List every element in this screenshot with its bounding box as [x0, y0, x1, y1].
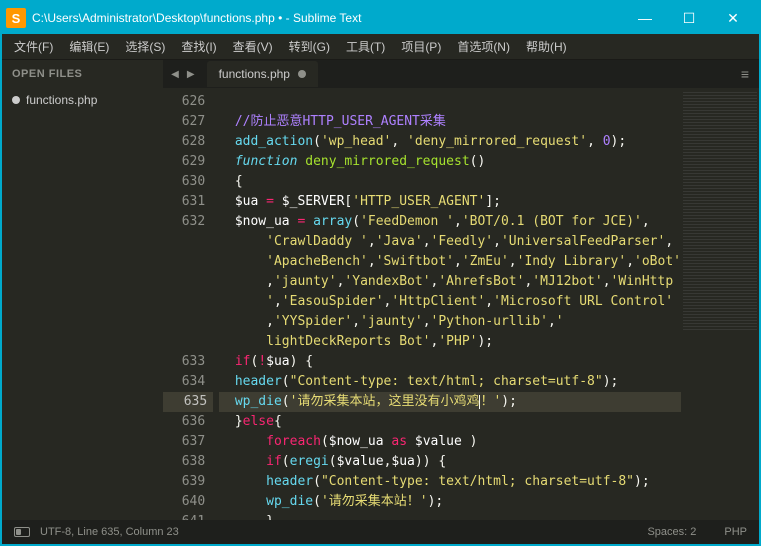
sidebar: OPEN FILES functions.php [2, 60, 163, 520]
menu-item[interactable]: 编辑(E) [61, 35, 117, 58]
tab-menu-icon[interactable]: ≡ [731, 66, 759, 82]
titlebar[interactable]: S C:\Users\Administrator\Desktop\functio… [2, 2, 759, 34]
sidebar-file-item[interactable]: functions.php [2, 88, 163, 112]
window-controls: — ☐ ✕ [623, 3, 755, 33]
minimize-button[interactable]: — [623, 3, 667, 33]
close-button[interactable]: ✕ [711, 3, 755, 33]
tab-prev-button[interactable]: ◀ [169, 67, 181, 82]
line-gutter[interactable]: 626627628629630631632 633634635636637638… [163, 88, 213, 520]
tab-bar: ◀ ▶ functions.php ≡ [163, 60, 759, 88]
editor-area: ◀ ▶ functions.php ≡ 62662762862963063163… [163, 60, 759, 520]
menu-item[interactable]: 转到(G) [281, 35, 338, 58]
menu-item[interactable]: 查找(I) [173, 35, 224, 58]
status-encoding[interactable]: UTF-8, Line 635, Column 23 [40, 526, 179, 538]
minimap[interactable] [681, 88, 759, 520]
app-window: S C:\Users\Administrator\Desktop\functio… [0, 0, 761, 546]
menu-item[interactable]: 首选项(N) [449, 35, 518, 58]
file-tab[interactable]: functions.php [207, 61, 318, 87]
tab-label: functions.php [219, 67, 290, 81]
menu-item[interactable]: 帮助(H) [518, 35, 575, 58]
status-spaces[interactable]: Spaces: 2 [647, 526, 696, 538]
dirty-indicator-icon [12, 96, 20, 104]
sidebar-file-label: functions.php [26, 93, 97, 107]
status-syntax[interactable]: PHP [724, 526, 747, 538]
status-bar: UTF-8, Line 635, Column 23 Spaces: 2 PHP [2, 520, 759, 544]
menu-item[interactable]: 项目(P) [393, 35, 449, 58]
sidebar-header: OPEN FILES [2, 60, 163, 88]
status-toggle-icon[interactable] [14, 527, 30, 537]
tab-next-button[interactable]: ▶ [185, 67, 197, 82]
code-area[interactable]: //防止恶意HTTP_USER_AGENT采集 add_action('wp_h… [213, 88, 681, 520]
menu-bar: 文件(F)编辑(E)选择(S)查找(I)查看(V)转到(G)工具(T)项目(P)… [2, 34, 759, 60]
menu-item[interactable]: 查看(V) [225, 35, 281, 58]
maximize-button[interactable]: ☐ [667, 3, 711, 33]
app-icon: S [6, 8, 26, 28]
menu-item[interactable]: 文件(F) [6, 35, 61, 58]
menu-item[interactable]: 选择(S) [117, 35, 173, 58]
menu-item[interactable]: 工具(T) [338, 35, 393, 58]
editor-content[interactable]: 626627628629630631632 633634635636637638… [163, 88, 759, 520]
window-title: C:\Users\Administrator\Desktop\functions… [32, 11, 623, 25]
dirty-indicator-icon [298, 70, 306, 78]
